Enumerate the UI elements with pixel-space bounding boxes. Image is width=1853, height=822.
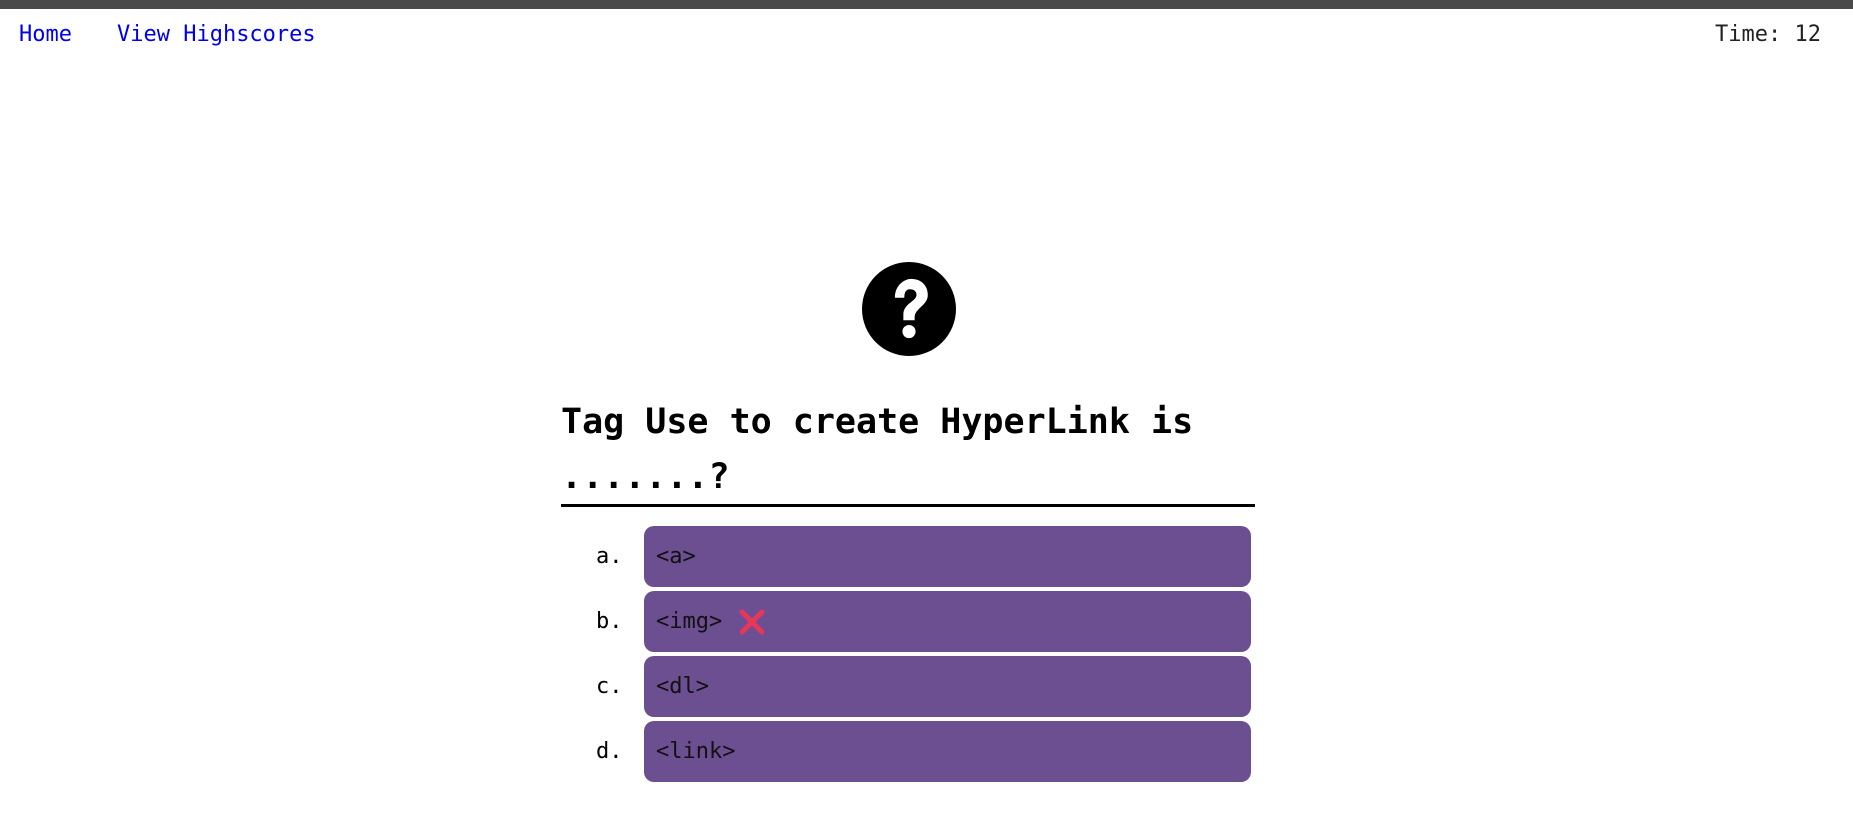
answer-letter: a.: [596, 544, 623, 569]
answer-choice-a[interactable]: <a>: [644, 526, 1251, 587]
question-circle-icon: [862, 262, 956, 356]
answer-row-b: b. <img>: [590, 591, 1251, 652]
view-highscores-link[interactable]: View Highscores: [117, 22, 316, 47]
answer-row-c: c. <dl>: [590, 656, 1251, 717]
question-line-2: .......?: [561, 457, 730, 497]
top-nav: Home View Highscores: [19, 22, 316, 47]
answer-choice-c[interactable]: <dl>: [644, 656, 1251, 717]
question-text: Tag Use to create HyperLink is .......?: [561, 395, 1255, 505]
answer-text: <img>: [656, 609, 723, 634]
answer-choice-d[interactable]: <link>: [644, 721, 1251, 782]
answer-row-a: a. <a>: [590, 526, 1251, 587]
home-link[interactable]: Home: [19, 22, 72, 47]
answer-list: a. <a> b. <img> c. <dl> d. <link>: [590, 526, 1251, 786]
timer: Time: 12: [1715, 22, 1821, 47]
browser-top-bar: [0, 0, 1853, 9]
answer-letter: d.: [596, 739, 623, 764]
wrong-x-icon: [739, 609, 765, 634]
answer-choice-b[interactable]: <img>: [644, 591, 1251, 652]
answer-letter: c.: [596, 674, 623, 699]
answer-row-d: d. <link>: [590, 721, 1251, 782]
question-line-1: Tag Use to create HyperLink is: [561, 402, 1194, 442]
answer-text: <dl>: [656, 674, 709, 699]
answer-letter: b.: [596, 609, 623, 634]
answer-text: <a>: [656, 544, 696, 569]
answer-text: <link>: [656, 739, 736, 764]
question-divider: [561, 504, 1255, 507]
